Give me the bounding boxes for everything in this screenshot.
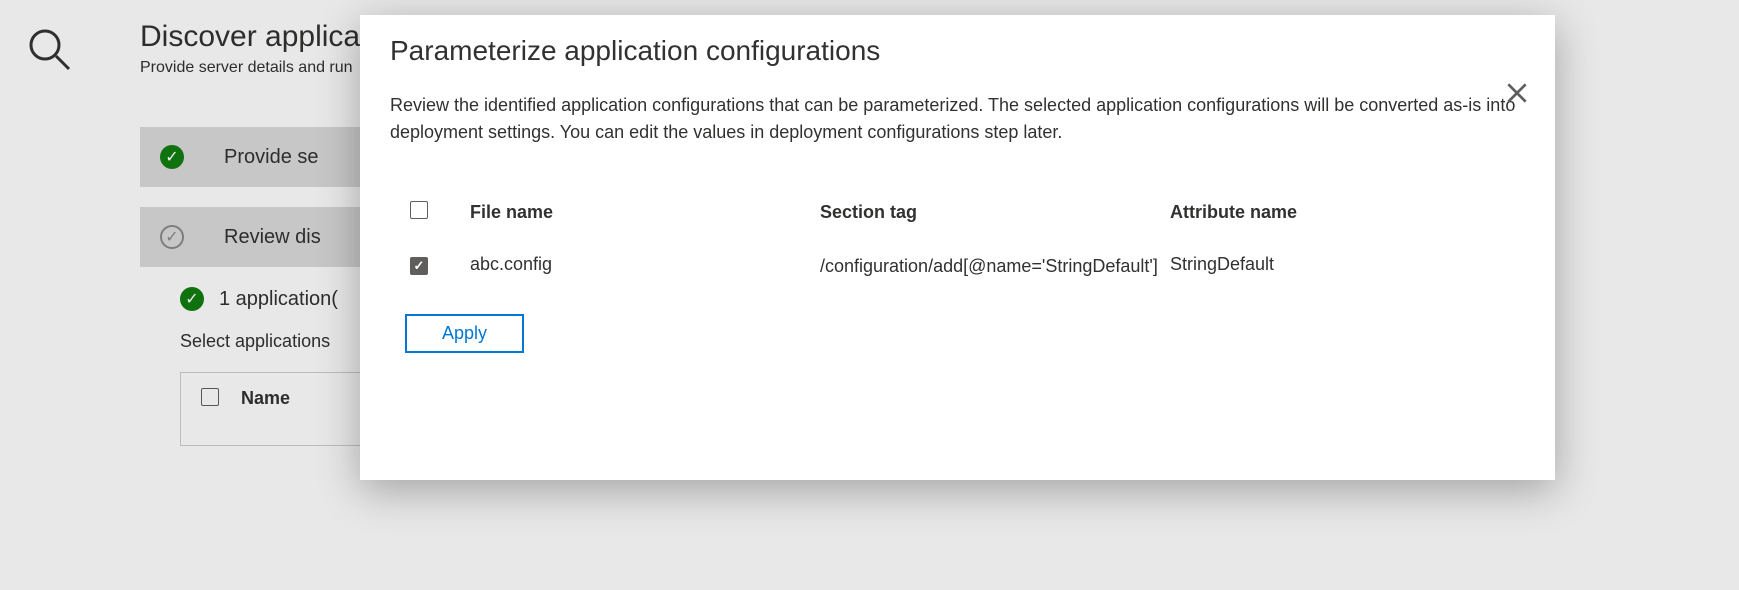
config-table-header: File name Section tag Attribute name (390, 186, 1525, 239)
col-section: Section tag (820, 202, 1150, 223)
search-icon (25, 25, 73, 78)
row-checkbox[interactable] (410, 257, 428, 275)
apply-button[interactable]: Apply (405, 314, 524, 353)
col-filename: File name (470, 202, 800, 223)
select-all-checkbox[interactable] (410, 201, 428, 219)
cell-section: /configuration/add[@name='StringDefault'… (820, 254, 1150, 279)
step-label: Review dis (224, 226, 321, 249)
checkmark-icon: ✓ (160, 145, 184, 169)
dialog-title: Parameterize application configurations (390, 35, 1525, 67)
dialog-description: Review the identified application config… (390, 92, 1525, 146)
cell-filename: abc.config (470, 254, 800, 275)
select-all-checkbox[interactable] (201, 388, 219, 406)
close-button[interactable] (1504, 80, 1530, 111)
substep-label: 1 application( (219, 288, 338, 311)
checkmark-icon: ✓ (180, 287, 204, 311)
cell-attribute: StringDefault (1170, 254, 1470, 275)
config-table-row: abc.config /configuration/add[@name='Str… (390, 239, 1525, 294)
step-label: Provide se (224, 146, 319, 169)
col-attribute: Attribute name (1170, 202, 1470, 223)
checkmark-icon: ✓ (160, 225, 184, 249)
parameterize-dialog: Parameterize application configurations … (360, 15, 1555, 480)
